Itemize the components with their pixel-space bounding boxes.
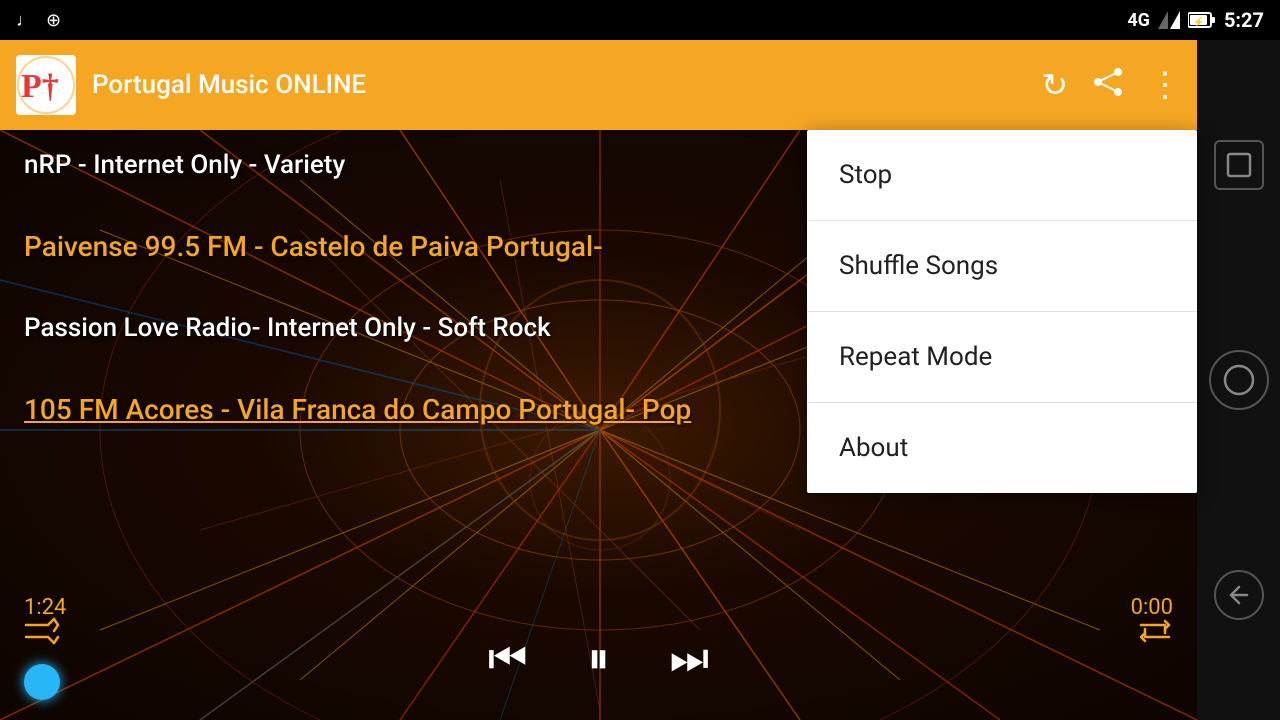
android-icon: ⊕ (46, 10, 61, 31)
list-item[interactable]: Passion Love Radio- Internet Only - Soft… (24, 313, 691, 343)
bottom-controls: 1:24 0:00 ⏮ ⏸ ⏭ (0, 595, 1197, 720)
next-button[interactable]: ⏭ (670, 632, 710, 684)
dropdown-menu: Stop Shuffle Songs Repeat Mode About (807, 130, 1197, 493)
android-home-button[interactable] (1209, 350, 1269, 410)
status-bar: ♩ ⊕ 4G ⚡ 5:27 (0, 0, 1280, 40)
refresh-icon[interactable]: ↻ (1041, 66, 1068, 104)
status-bar-left: ♩ ⊕ (16, 10, 61, 31)
previous-button[interactable]: ⏮ (488, 632, 528, 684)
total-time: 0:00 (1131, 595, 1173, 620)
app-title: Portugal Music ONLINE (92, 70, 1041, 100)
app-bar: P† Portugal Music ONLINE ↻ ⋮ (0, 40, 1197, 130)
list-item[interactable]: Paivense 99.5 FM - Castelo de Paiva Port… (24, 230, 691, 263)
menu-item-repeat-mode[interactable]: Repeat Mode (807, 312, 1197, 403)
battery-icon: ⚡ (1188, 12, 1216, 28)
app-logo: P† (16, 55, 76, 115)
menu-item-about[interactable]: About (807, 403, 1197, 493)
menu-item-shuffle-songs[interactable]: Shuffle Songs (807, 221, 1197, 312)
svg-text:P†: P† (21, 68, 59, 105)
android-back-button[interactable] (1214, 570, 1264, 620)
time-row: 1:24 0:00 (24, 595, 1173, 620)
pause-button[interactable]: ⏸ (588, 632, 610, 684)
svg-text:⚡: ⚡ (1193, 16, 1204, 28)
signal-label: 4G (1127, 10, 1150, 31)
track-list: nRP - Internet Only - Variety Paivense 9… (0, 130, 715, 446)
more-options-icon[interactable]: ⋮ (1148, 65, 1181, 105)
list-item[interactable]: 105 FM Acores - Vila Franca do Campo Por… (24, 393, 691, 426)
playback-buttons: ⏮ ⏸ ⏭ (24, 632, 1173, 684)
status-bar-right: 4G ⚡ 5:27 (1127, 8, 1264, 32)
current-time: 1:24 (24, 595, 66, 620)
menu-item-stop[interactable]: Stop (807, 130, 1197, 221)
progress-dot[interactable] (24, 664, 60, 700)
signal-icon (1158, 11, 1180, 29)
share-icon[interactable] (1092, 68, 1124, 103)
clock: 5:27 (1224, 8, 1264, 32)
app-bar-actions: ↻ ⋮ (1041, 65, 1181, 105)
music-notification-icon: ♩ (16, 10, 34, 31)
list-item[interactable]: nRP - Internet Only - Variety (24, 150, 691, 180)
right-panel (1197, 40, 1280, 720)
android-square-button[interactable] (1214, 140, 1264, 190)
